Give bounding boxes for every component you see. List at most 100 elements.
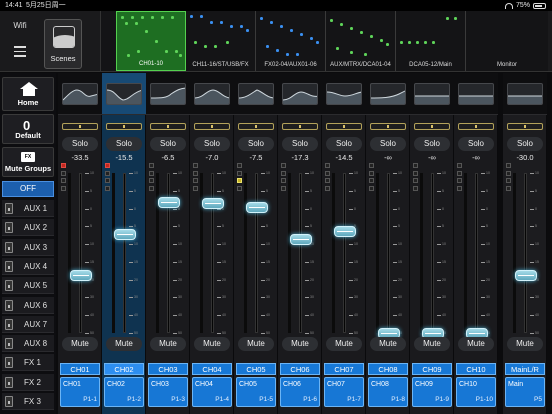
fader-track[interactable]	[524, 173, 527, 333]
channel-name-button[interactable]: CH10	[456, 363, 496, 375]
solo-button[interactable]: Solo	[282, 137, 318, 151]
mute-button[interactable]: Mute	[370, 337, 406, 351]
channel-name-box[interactable]: CH09 P1-9	[412, 377, 452, 407]
pan-control[interactable]	[150, 123, 186, 130]
eq-thumbnail[interactable]	[370, 83, 406, 105]
solo-button[interactable]: Solo	[458, 137, 494, 151]
fader-track[interactable]	[79, 173, 82, 333]
eq-header[interactable]	[322, 73, 366, 115]
pan-control[interactable]	[326, 123, 362, 130]
channel-name-button[interactable]: CH01	[60, 363, 100, 375]
fader-track[interactable]	[299, 173, 302, 333]
fader-track[interactable]	[475, 173, 478, 333]
channel-name-button[interactable]: CH04	[192, 363, 232, 375]
sidebar-item-aux-2[interactable]: AUX 2	[2, 219, 54, 237]
channel-name-button[interactable]: MainL/R	[505, 363, 545, 375]
overview-segment-aux-mtrx-dca[interactable]: AUX/MTRX/DCA01-04	[326, 11, 396, 71]
fader-handle[interactable]	[290, 233, 312, 245]
sidebar-item-aux-1[interactable]: AUX 1	[2, 200, 54, 217]
mute-button[interactable]: Mute	[507, 337, 543, 351]
pan-control[interactable]	[194, 123, 230, 130]
solo-button[interactable]: Solo	[507, 137, 543, 151]
overview-segment-monitor[interactable]: Monitor	[466, 11, 548, 71]
channel-name-button[interactable]: CH07	[324, 363, 364, 375]
mute-button[interactable]: Mute	[194, 337, 230, 351]
pan-control[interactable]	[282, 123, 318, 130]
fader-track[interactable]	[343, 173, 346, 333]
eq-thumbnail[interactable]	[458, 83, 494, 105]
fader-track[interactable]	[255, 173, 258, 333]
overview-segment-dca-main[interactable]: DCA05-12/Main	[396, 11, 466, 71]
channel-name-box[interactable]: CH05 P1-5	[236, 377, 276, 407]
default-button[interactable]: 0 Default	[2, 114, 54, 144]
mute-button[interactable]: Mute	[150, 337, 186, 351]
channel-name-box[interactable]: CH03 P1-3	[148, 377, 188, 407]
eq-thumbnail[interactable]	[282, 83, 318, 105]
channel-name-box[interactable]: CH10 P1-10	[456, 377, 496, 407]
solo-button[interactable]: Solo	[326, 137, 362, 151]
channel-name-box[interactable]: CH07 P1-7	[324, 377, 364, 407]
mute-button[interactable]: Mute	[238, 337, 274, 351]
channel-name-box[interactable]: Main P5	[505, 377, 545, 407]
pan-control[interactable]	[414, 123, 450, 130]
eq-header[interactable]	[366, 73, 410, 115]
eq-thumbnail[interactable]	[106, 83, 142, 105]
eq-thumbnail[interactable]	[62, 83, 98, 105]
fader-handle[interactable]	[515, 270, 537, 282]
eq-header[interactable]	[278, 73, 322, 115]
eq-header[interactable]	[410, 73, 454, 115]
eq-header[interactable]	[102, 73, 146, 115]
scenes-button[interactable]: Scenes	[44, 19, 82, 69]
channel-name-button[interactable]: CH05	[236, 363, 276, 375]
eq-thumbnail[interactable]	[326, 83, 362, 105]
eq-header[interactable]	[503, 73, 547, 115]
pan-control[interactable]	[458, 123, 494, 130]
mute-button[interactable]: Mute	[106, 337, 142, 351]
solo-button[interactable]: Solo	[194, 137, 230, 151]
solo-button[interactable]: Solo	[414, 137, 450, 151]
solo-button[interactable]: Solo	[150, 137, 186, 151]
overview-segment-ch01-10[interactable]: CH01-10	[116, 11, 186, 71]
fader-track[interactable]	[123, 173, 126, 333]
sidebar-item-fx-3[interactable]: FX 3	[2, 393, 54, 410]
solo-button[interactable]: Solo	[238, 137, 274, 151]
sidebar-item-fx-1[interactable]: FX 1	[2, 354, 54, 372]
sidebar-item-aux-7[interactable]: AUX 7	[2, 315, 54, 333]
channel-name-box[interactable]: CH06 P1-6	[280, 377, 320, 407]
fader-handle[interactable]	[70, 270, 92, 282]
pan-control[interactable]	[238, 123, 274, 130]
eq-thumbnail[interactable]	[414, 83, 450, 105]
eq-header[interactable]	[58, 73, 102, 115]
solo-button[interactable]: Solo	[62, 137, 98, 151]
overview-segment-fx-aux[interactable]: FX02-04/AUX01-06	[256, 11, 326, 71]
channel-name-box[interactable]: CH02 P1-2	[104, 377, 144, 407]
fader-handle[interactable]	[114, 228, 136, 240]
eq-thumbnail[interactable]	[150, 83, 186, 105]
sidebar-item-aux-8[interactable]: AUX 8	[2, 335, 54, 353]
fader-track[interactable]	[431, 173, 434, 333]
channel-name-button[interactable]: CH06	[280, 363, 320, 375]
fader-handle[interactable]	[158, 196, 180, 208]
channel-name-button[interactable]: CH09	[412, 363, 452, 375]
pan-control[interactable]	[370, 123, 406, 130]
sidebar-item-aux-4[interactable]: AUX 4	[2, 257, 54, 275]
fader-handle[interactable]	[202, 198, 224, 210]
channel-name-button[interactable]: CH02	[104, 363, 144, 375]
mute-button[interactable]: Mute	[326, 337, 362, 351]
fader-handle[interactable]	[334, 225, 356, 237]
solo-button[interactable]: Solo	[370, 137, 406, 151]
eq-header[interactable]	[190, 73, 234, 115]
channel-name-button[interactable]: CH08	[368, 363, 408, 375]
overview-segment-ch11-16[interactable]: CH11-16/ST/USB/FX	[186, 11, 256, 71]
mute-group-off-button[interactable]: OFF	[2, 181, 54, 197]
pan-control[interactable]	[62, 123, 98, 130]
fader-track[interactable]	[387, 173, 390, 333]
channel-name-box[interactable]: CH04 P1-4	[192, 377, 232, 407]
fader-handle[interactable]	[246, 201, 268, 213]
eq-header[interactable]	[454, 73, 498, 115]
mute-button[interactable]: Mute	[458, 337, 494, 351]
eq-header[interactable]	[146, 73, 190, 115]
wifi-button[interactable]: Wifi	[6, 21, 34, 35]
eq-header[interactable]	[234, 73, 278, 115]
solo-button[interactable]: Solo	[106, 137, 142, 151]
